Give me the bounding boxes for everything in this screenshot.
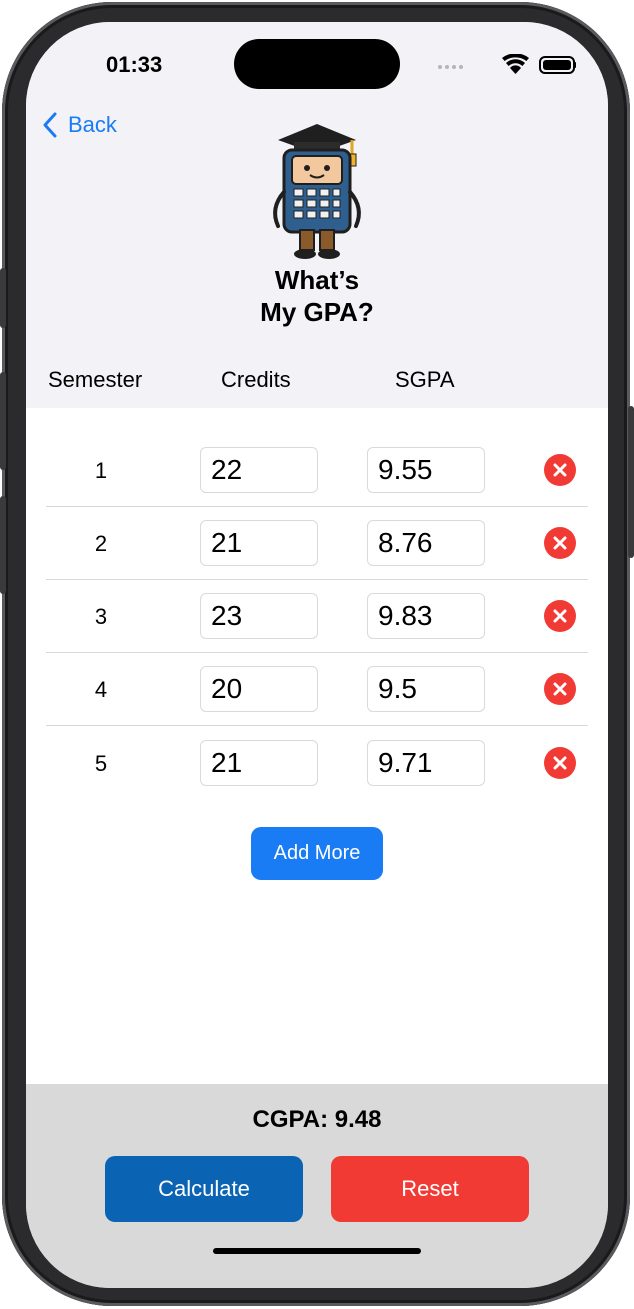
table-row: 5 <box>26 727 608 800</box>
app-title: What’s My GPA? <box>26 264 608 328</box>
xmark-icon <box>553 463 567 477</box>
semester-number: 2 <box>94 531 108 556</box>
xmark-icon <box>553 536 567 550</box>
battery-icon <box>539 56 576 74</box>
xmark-icon <box>553 756 567 770</box>
cgpa-result: CGPA: 9.48 <box>252 1106 382 1133</box>
cellular-signal-icon <box>438 65 463 69</box>
delete-row-button[interactable] <box>544 527 576 559</box>
delete-row-button[interactable] <box>544 454 576 486</box>
status-icons <box>438 54 576 74</box>
dynamic-island <box>234 39 400 89</box>
back-label: Back <box>68 112 117 137</box>
credits-input[interactable] <box>200 520 318 566</box>
xmark-icon <box>553 609 567 623</box>
sgpa-input[interactable] <box>367 520 485 566</box>
delete-row-button[interactable] <box>544 673 576 705</box>
action-button <box>0 268 6 328</box>
result-footer: CGPA: 9.48 Calculate Reset <box>26 1084 608 1288</box>
back-button[interactable]: Back <box>42 110 117 140</box>
credits-input[interactable] <box>200 447 318 493</box>
home-indicator[interactable] <box>213 1248 421 1254</box>
semester-number: 1 <box>94 458 108 483</box>
calculate-button[interactable]: Calculate <box>105 1156 303 1222</box>
table-row: 3 <box>26 580 608 653</box>
status-time: 01:33 <box>106 52 163 77</box>
calculator-mascot-icon <box>273 124 361 259</box>
reset-button[interactable]: Reset <box>331 1156 529 1222</box>
volume-down-button <box>0 496 6 594</box>
header-area: 01:33 Back What’s My GPA? Semester Credi… <box>26 22 608 408</box>
sgpa-input[interactable] <box>367 447 485 493</box>
xmark-icon <box>553 682 567 696</box>
semester-number: 4 <box>94 677 108 702</box>
delete-row-button[interactable] <box>544 747 576 779</box>
sgpa-input[interactable] <box>367 593 485 639</box>
semester-number: 3 <box>94 604 108 629</box>
table-row: 2 <box>26 507 608 580</box>
sgpa-input[interactable] <box>367 740 485 786</box>
header-credits: Credits <box>221 367 291 392</box>
power-button <box>628 406 634 558</box>
table-row: 4 <box>26 653 608 726</box>
app-title-line-2: My GPA? <box>260 297 374 327</box>
chevron-left-icon <box>43 112 57 138</box>
credits-input[interactable] <box>200 666 318 712</box>
credits-input[interactable] <box>200 593 318 639</box>
volume-up-button <box>0 372 6 470</box>
header-semester: Semester <box>48 367 143 392</box>
semester-number: 5 <box>94 751 108 776</box>
app-title-line-1: What’s <box>274 265 360 295</box>
delete-row-button[interactable] <box>544 600 576 632</box>
table-row: 1 <box>26 434 608 507</box>
add-more-button[interactable]: Add More <box>251 827 383 880</box>
app-screen: 01:33 Back What’s My GPA? Semester Credi… <box>26 22 608 1288</box>
sgpa-input[interactable] <box>367 666 485 712</box>
credits-input[interactable] <box>200 740 318 786</box>
row-divider <box>46 725 588 726</box>
wifi-icon <box>502 54 529 74</box>
header-sgpa: SGPA <box>395 367 455 392</box>
